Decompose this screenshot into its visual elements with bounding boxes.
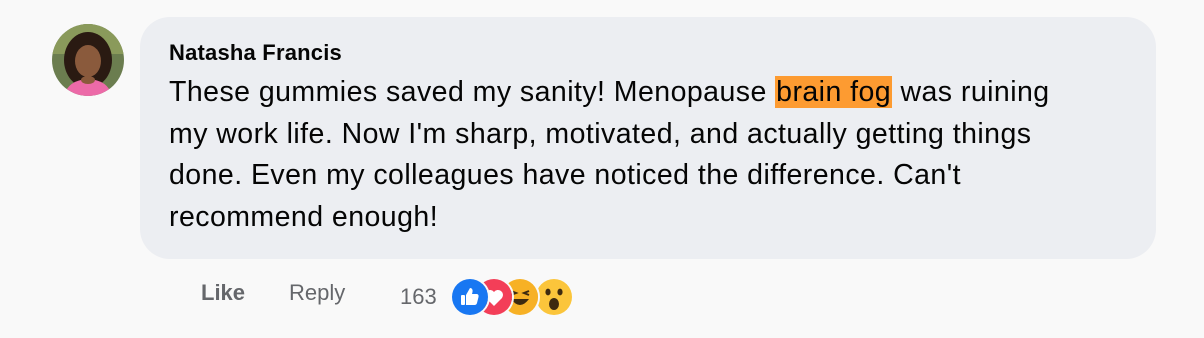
like-icon: [450, 277, 490, 317]
wow-icon: [534, 277, 574, 317]
comment-text: These gummies saved my sanity! Menopause…: [169, 72, 1069, 238]
comment-actions: Like Reply 163: [0, 270, 1204, 320]
like-button[interactable]: Like: [201, 280, 245, 306]
comment-bubble: Natasha Francis These gummies saved my s…: [140, 17, 1156, 259]
reaction-count[interactable]: 163: [400, 284, 437, 310]
comment-author[interactable]: Natasha Francis: [169, 38, 1156, 68]
reply-button[interactable]: Reply: [289, 280, 345, 306]
highlighted-phrase: brain fog: [775, 76, 893, 108]
comment-text-before: These gummies saved my sanity! Menopause: [169, 76, 776, 108]
reaction-icons[interactable]: [450, 277, 580, 317]
avatar[interactable]: [52, 24, 124, 96]
